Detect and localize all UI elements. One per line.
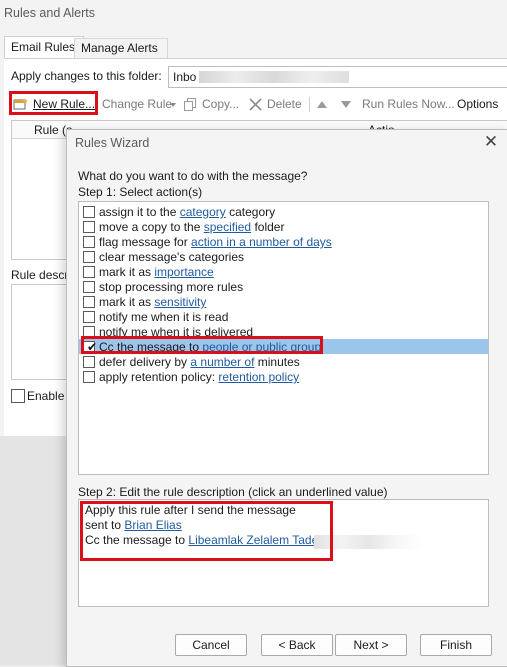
action-checkbox[interactable] [83, 206, 95, 218]
toolbar-divider [309, 97, 310, 112]
tab-manage-alerts[interactable]: Manage Alerts [74, 38, 168, 58]
apply-folder-label: Apply changes to this folder: [11, 69, 162, 83]
next-button[interactable]: Next > [335, 634, 407, 656]
change-rule-button[interactable]: Change Rule [102, 97, 172, 111]
delete-x-icon [249, 98, 262, 111]
cancel-button[interactable]: Cancel [175, 634, 247, 656]
action-item[interactable]: assign it to the category category [79, 204, 488, 219]
action-link[interactable]: specified [204, 220, 251, 234]
action-link[interactable]: importance [154, 265, 213, 279]
action-item[interactable]: mark it as sensitivity [79, 294, 488, 309]
wizard-question: What do you want to do with the message? [78, 169, 308, 183]
action-label: apply retention policy: retention policy [99, 370, 299, 384]
action-label: notify me when it is read [99, 310, 228, 324]
description-highlight-box [80, 501, 333, 561]
rule-description-label: Rule descri [11, 268, 72, 282]
enable-checkbox[interactable] [11, 389, 25, 403]
action-link[interactable]: category [180, 205, 226, 219]
action-item[interactable]: notify me when it is read [79, 309, 488, 324]
action-text: move a copy to the [99, 220, 204, 234]
action-checkbox[interactable] [83, 221, 95, 233]
action-text: category [225, 205, 276, 219]
action-text: minutes [254, 355, 300, 369]
action-text: defer delivery by [99, 355, 191, 369]
new-rule-highlight-box [9, 91, 98, 115]
step2-label: Step 2: Edit the rule description (click… [78, 485, 388, 499]
action-link[interactable]: a number of [190, 355, 254, 369]
folder-select-value: Inbo [173, 70, 197, 84]
action-item[interactable]: clear message's categories [79, 249, 488, 264]
action-label: assign it to the category category [99, 205, 275, 219]
action-checkbox[interactable] [83, 251, 95, 263]
action-item[interactable]: apply retention policy: retention policy [79, 369, 488, 384]
move-down-icon[interactable] [341, 101, 351, 108]
action-item[interactable]: stop processing more rules [79, 279, 488, 294]
action-text: clear message's categories [99, 250, 245, 264]
copy-button[interactable]: Copy... [202, 97, 239, 111]
delete-button[interactable]: Delete [267, 97, 302, 111]
redacted-folder-name [199, 71, 349, 83]
action-checkbox[interactable] [83, 236, 95, 248]
options-button[interactable]: Options [457, 97, 498, 111]
finish-button[interactable]: Finish [420, 634, 492, 656]
action-label: clear message's categories [99, 250, 244, 264]
action-text: assign it to the [99, 205, 180, 219]
action-checkbox[interactable] [83, 266, 95, 278]
action-item[interactable]: move a copy to the specified folder [79, 219, 488, 234]
folder-select[interactable]: Inbo [168, 66, 507, 88]
action-checkbox[interactable] [83, 371, 95, 383]
action-checkbox[interactable] [83, 281, 95, 293]
enable-label: Enable [27, 389, 65, 403]
action-label: defer delivery by a number of minutes [99, 355, 300, 369]
tab-email-rules[interactable]: Email Rules [4, 36, 84, 58]
action-checkbox[interactable] [83, 311, 95, 323]
move-up-icon[interactable] [317, 101, 327, 108]
wizard-title: Rules Wizard [75, 136, 150, 150]
action-link[interactable]: sensitivity [154, 295, 206, 309]
close-icon[interactable]: ✕ [482, 132, 500, 152]
window-title: Rules and Alerts [4, 6, 96, 20]
run-rules-now-button[interactable]: Run Rules Now... [362, 97, 455, 111]
action-checkbox[interactable] [83, 356, 95, 368]
cc-action-highlight-box [81, 336, 323, 354]
action-text: folder [251, 220, 285, 234]
action-label: mark it as sensitivity [99, 295, 206, 309]
action-item[interactable]: defer delivery by a number of minutes [79, 354, 488, 369]
action-link[interactable]: retention policy [218, 370, 299, 384]
action-label: stop processing more rules [99, 280, 243, 294]
action-label: flag message for action in a number of d… [99, 235, 332, 249]
rule-description-box [11, 284, 73, 380]
action-text: stop processing more rules [99, 280, 244, 294]
action-link[interactable]: action in a number of days [191, 235, 332, 249]
action-text: notify me when it is read [99, 310, 229, 324]
chevron-down-icon [170, 103, 176, 107]
rules-wizard-dialog: Rules Wizard ✕ What do you want to do wi… [66, 129, 507, 667]
action-text: apply retention policy: [99, 370, 219, 384]
action-label: mark it as importance [99, 265, 214, 279]
action-text: flag message for [99, 235, 192, 249]
action-item[interactable]: mark it as importance [79, 264, 488, 279]
action-label: move a copy to the specified folder [99, 220, 284, 234]
copy-icon [184, 98, 196, 111]
back-button[interactable]: < Back [261, 634, 333, 656]
action-text: mark it as [99, 295, 155, 309]
action-text: mark it as [99, 265, 155, 279]
step1-label: Step 1: Select action(s) [78, 185, 203, 199]
action-item[interactable]: flag message for action in a number of d… [79, 234, 488, 249]
action-checkbox[interactable] [83, 296, 95, 308]
